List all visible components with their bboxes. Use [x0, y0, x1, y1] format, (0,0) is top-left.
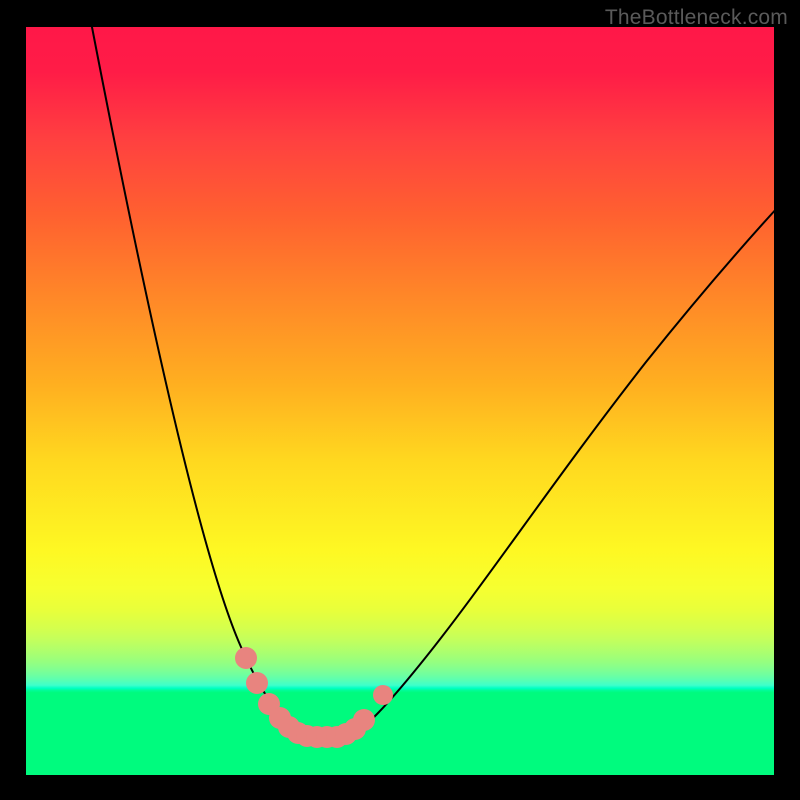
chart-svg: [26, 27, 774, 775]
data-marker: [246, 672, 268, 694]
data-marker: [235, 647, 257, 669]
marker-group: [235, 647, 393, 748]
data-marker: [373, 685, 393, 705]
curve-right: [351, 207, 778, 736]
curve-left: [91, 22, 298, 735]
data-marker: [353, 709, 375, 731]
